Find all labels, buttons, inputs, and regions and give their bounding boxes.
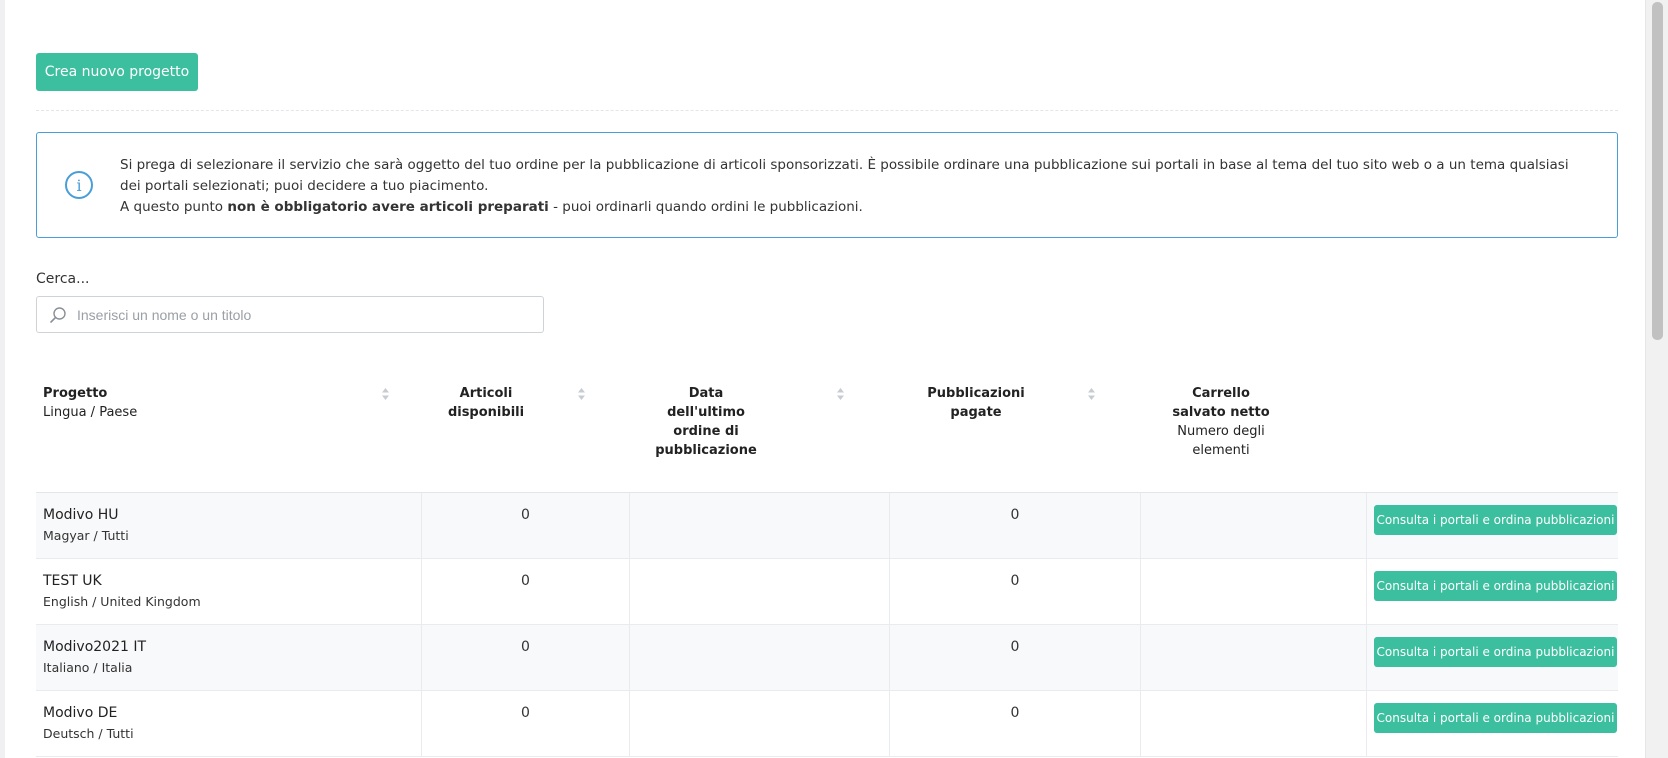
table-header: Progetto Lingua / Paese Articoli disponi… [36, 384, 1618, 492]
paid-count: 0 [1010, 639, 1020, 655]
project-language: English / United Kingdom [43, 594, 201, 609]
info-line-2-prefix: A questo punto [120, 199, 228, 215]
sort-icon[interactable] [836, 387, 845, 401]
paid-cell: 0 [889, 625, 1140, 690]
header-saved-cart: Carrello salvato netto Numero degli elem… [1136, 384, 1306, 460]
info-notice: i Si prega di selezionare il servizio ch… [36, 132, 1618, 238]
date-cell [629, 625, 889, 690]
date-cell [629, 691, 889, 756]
action-cell: Consulta i portali e ordina pubblicazion… [1366, 493, 1618, 558]
articles-cell: 0 [421, 559, 629, 624]
header-project[interactable]: Progetto Lingua / Paese [43, 384, 137, 422]
articles-cell: 0 [421, 691, 629, 756]
paid-count: 0 [1010, 705, 1020, 721]
order-publications-button[interactable]: Consulta i portali e ordina pubblicazion… [1374, 505, 1617, 535]
project-cell: TEST UK English / United Kingdom [36, 559, 421, 624]
project-cell: Modivo HU Magyar / Tutti [36, 493, 421, 558]
articles-cell: 0 [421, 493, 629, 558]
table-row: Modivo DE Deutsch / Tutti 0 0 Consulta i… [36, 691, 1618, 757]
action-cell: Consulta i portali e ordina pubblicazion… [1366, 625, 1618, 690]
project-language: Magyar / Tutti [43, 528, 129, 543]
header-last-order-date[interactable]: Data dell'ultimo ordine di pubblicazione [626, 384, 786, 460]
search-icon [50, 307, 66, 323]
header-project-label: Progetto [43, 386, 108, 401]
cart-cell [1140, 559, 1366, 624]
project-name: Modivo HU [43, 507, 119, 523]
sort-icon[interactable] [1087, 387, 1096, 401]
search-label: Cerca... [36, 271, 90, 287]
paid-cell: 0 [889, 559, 1140, 624]
project-name: TEST UK [43, 573, 102, 589]
cart-cell [1140, 493, 1366, 558]
divider [36, 110, 1618, 111]
paid-cell: 0 [889, 493, 1140, 558]
table-row: Modivo2021 IT Italiano / Italia 0 0 Cons… [36, 625, 1618, 691]
header-paid-line1: Pubblicazioni [927, 386, 1025, 401]
header-paid-line2: pagate [950, 405, 1002, 420]
action-cell: Consulta i portali e ordina pubblicazion… [1366, 559, 1618, 624]
info-line-2: A questo punto non è obbligatorio avere … [120, 197, 1580, 218]
scrollbar-thumb[interactable] [1652, 2, 1663, 340]
header-articles[interactable]: Articoli disponibili [406, 384, 566, 422]
header-date-line1: Data [688, 386, 724, 401]
action-cell: Consulta i portali e ordina pubblicazion… [1366, 691, 1618, 756]
cart-cell [1140, 691, 1366, 756]
search-field[interactable] [36, 296, 544, 333]
date-cell [629, 493, 889, 558]
articles-count: 0 [521, 639, 530, 655]
project-language: Deutsch / Tutti [43, 726, 134, 741]
info-text: Si prega di selezionare il servizio che … [120, 155, 1580, 218]
paid-cell: 0 [889, 691, 1140, 756]
articles-count: 0 [521, 705, 530, 721]
paid-count: 0 [1010, 573, 1020, 589]
info-line-2-bold: non è obbligatorio avere articoli prepar… [227, 199, 549, 215]
header-articles-line1: Articoli [459, 386, 513, 401]
project-name: Modivo DE [43, 705, 118, 721]
sort-icon[interactable] [381, 387, 390, 401]
articles-count: 0 [521, 507, 530, 523]
info-line-1: Si prega di selezionare il servizio che … [120, 157, 1569, 194]
header-cart-sub1: Numero degli [1177, 424, 1265, 439]
header-cart-line2: salvato netto [1172, 405, 1270, 420]
project-name: Modivo2021 IT [43, 639, 147, 655]
order-publications-button[interactable]: Consulta i portali e ordina pubblicazion… [1374, 703, 1617, 733]
table-row: TEST UK English / United Kingdom 0 0 Con… [36, 559, 1618, 625]
create-project-button[interactable]: Crea nuovo progetto [36, 53, 198, 91]
header-date-line4: pubblicazione [655, 443, 757, 458]
cart-cell [1140, 625, 1366, 690]
date-cell [629, 559, 889, 624]
header-date-line3: ordine di [673, 424, 739, 439]
search-input[interactable] [77, 297, 537, 332]
project-language: Italiano / Italia [43, 660, 133, 675]
order-publications-button[interactable]: Consulta i portali e ordina pubblicazion… [1374, 637, 1617, 667]
header-articles-line2: disponibili [447, 405, 525, 420]
paid-count: 0 [1010, 507, 1020, 523]
sort-icon[interactable] [577, 387, 586, 401]
header-cart-line1: Carrello [1192, 386, 1250, 401]
vertical-scrollbar[interactable] [1645, 0, 1668, 758]
articles-count: 0 [521, 573, 530, 589]
projects-table: Modivo HU Magyar / Tutti 0 0 Consulta i … [36, 492, 1618, 757]
info-line-2-suffix: - puoi ordinarli quando ordini le pubbli… [548, 199, 863, 215]
header-project-sublabel: Lingua / Paese [43, 405, 138, 420]
main-content: Crea nuovo progetto i Si prega di selezi… [5, 0, 1645, 758]
articles-cell: 0 [421, 625, 629, 690]
project-cell: Modivo DE Deutsch / Tutti [36, 691, 421, 756]
header-cart-sub2: elementi [1192, 443, 1250, 458]
header-date-line2: dell'ultimo [667, 405, 745, 420]
info-icon: i [65, 171, 93, 199]
table-row: Modivo HU Magyar / Tutti 0 0 Consulta i … [36, 493, 1618, 559]
header-paid-publications[interactable]: Pubblicazioni pagate [891, 384, 1061, 422]
order-publications-button[interactable]: Consulta i portali e ordina pubblicazion… [1374, 571, 1617, 601]
project-cell: Modivo2021 IT Italiano / Italia [36, 625, 421, 690]
